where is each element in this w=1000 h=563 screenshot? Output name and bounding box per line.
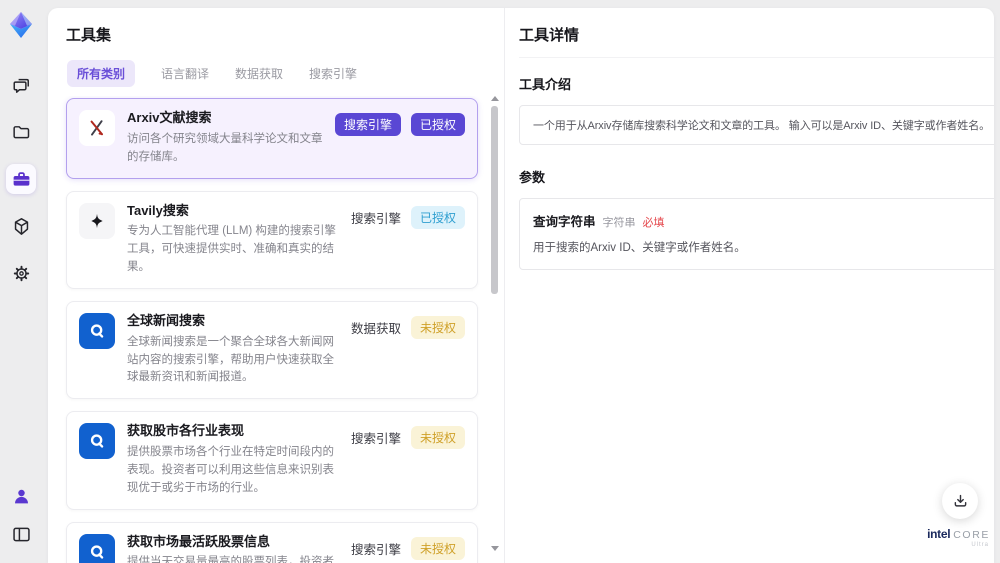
gear-icon xyxy=(13,265,29,281)
tool-name: 全球新闻搜索 xyxy=(127,312,206,328)
tool-category: 搜索引擎 xyxy=(350,542,401,557)
cube-icon xyxy=(14,217,28,235)
tool-category: 数据获取 xyxy=(350,321,401,336)
tool-status-badge: 未授权 xyxy=(410,315,465,339)
sidebar-item-packages[interactable] xyxy=(6,211,36,241)
tool-name: 获取市场最活跃股票信息 xyxy=(127,533,271,549)
ultra-label: Ultra xyxy=(971,542,989,548)
download-button[interactable] xyxy=(942,483,978,519)
tool-desc: 专为人工智能代理 (LLM) 构建的搜索引擎工具，可快速提供实时、准确和真实的结… xyxy=(127,225,336,274)
tool-name: 获取股市各行业表现 xyxy=(127,423,245,439)
param-name: 查询字符串 xyxy=(533,215,596,229)
tab-language-translation[interactable]: 语言翻译 xyxy=(161,60,209,87)
tool-card-tavily[interactable]: Tavily搜索 专为人工智能代理 (LLM) 构建的搜索引擎工具，可快速提供实… xyxy=(66,190,478,289)
tool-card-arxiv[interactable]: Arxiv文献搜索 访问各个研究领域大量科学论文和文章的存储库。 搜索引擎 已授… xyxy=(66,98,478,179)
main-panel: 工具集 所有类别 语言翻译 数据获取 搜索引擎 Arxiv文献搜索 访问各个研究… xyxy=(48,8,994,563)
news-q-icon xyxy=(79,312,115,349)
tab-all-categories[interactable]: 所有类别 xyxy=(67,60,136,87)
intro-box: 一个用于从Arxiv存储库搜索科学论文和文章的工具。 输入可以是Arxiv ID… xyxy=(519,105,994,145)
tab-search-engine[interactable]: 搜索引擎 xyxy=(309,60,357,87)
intel-wordmark: intel xyxy=(927,526,951,541)
intro-heading: 工具介绍 xyxy=(519,77,572,92)
sidebar-item-files[interactable] xyxy=(6,117,36,147)
tavily-sparkle-icon xyxy=(79,202,115,239)
app-logo-icon xyxy=(10,12,32,38)
scrollbar-thumb[interactable] xyxy=(491,106,498,294)
param-type: 字符串 xyxy=(602,217,636,229)
tool-desc: 访问各个研究领域大量科学论文和文章的存储库。 xyxy=(127,132,323,163)
intro-text: 一个用于从Arxiv存储库搜索科学论文和文章的工具。 输入可以是Arxiv ID… xyxy=(533,120,990,132)
param-box: 查询字符串 字符串 必填 用于搜索的Arxiv ID、关键字或作者姓名。 xyxy=(519,198,994,270)
param-required-label: 必填 xyxy=(642,217,665,229)
app-window: 工具集 所有类别 语言翻译 数据获取 搜索引擎 Arxiv文献搜索 访问各个研究… xyxy=(0,0,1000,563)
params-heading: 参数 xyxy=(519,170,546,185)
tool-list-panel: 工具集 所有类别 语言翻译 数据获取 搜索引擎 Arxiv文献搜索 访问各个研究… xyxy=(48,8,505,563)
user-icon xyxy=(14,489,28,503)
core-wordmark: CORE xyxy=(953,528,990,541)
sidebar-item-tools[interactable] xyxy=(6,164,36,194)
sidebar-item-panel-toggle[interactable] xyxy=(6,519,36,549)
tab-data-fetching[interactable]: 数据获取 xyxy=(235,60,283,87)
detail-title: 工具详情 xyxy=(519,24,994,58)
tool-status-badge: 已授权 xyxy=(410,205,465,229)
tool-card-sector-performance[interactable]: 获取股市各行业表现 提供股票市场各个行业在特定时间段内的表现。投资者可以利用这些… xyxy=(66,411,478,510)
tool-status-badge: 未授权 xyxy=(410,536,465,560)
tool-list: Arxiv文献搜索 访问各个研究领域大量科学论文和文章的存储库。 搜索引擎 已授… xyxy=(48,96,504,563)
scroll-up-arrow[interactable] xyxy=(491,96,499,101)
icon-sidebar xyxy=(0,0,42,563)
sidebar-item-chat[interactable] xyxy=(6,70,36,100)
sidebar-item-user[interactable] xyxy=(6,481,36,511)
tool-card-global-news[interactable]: 全球新闻搜索 全球新闻搜索是一个聚合全球各大新闻网站内容的搜索引擎，帮助用户快速… xyxy=(66,300,478,400)
tool-status-badge: 未授权 xyxy=(410,426,465,450)
news-q-icon xyxy=(79,533,115,563)
tool-desc: 提供股票市场各个行业在特定时间段内的表现。投资者可以利用这些信息来识别表现优于或… xyxy=(127,446,334,494)
news-q-icon xyxy=(79,423,115,460)
tool-name: Tavily搜索 xyxy=(127,202,189,218)
category-tabs: 所有类别 语言翻译 数据获取 搜索引擎 xyxy=(66,60,484,87)
arxiv-logo-icon xyxy=(79,110,115,146)
tool-card-active-stocks[interactable]: 获取市场最活跃股票信息 提供当天交易量最高的股票列表，投资者可以利用这些信息来识… xyxy=(66,521,478,563)
tool-desc: 全球新闻搜索是一个聚合全球各大新闻网站内容的搜索引擎，帮助用户快速获取全球最新资… xyxy=(127,335,334,384)
sidebar-item-settings[interactable] xyxy=(6,258,36,288)
param-desc: 用于搜索的Arxiv ID、关键字或作者姓名。 xyxy=(533,242,746,254)
tool-category: 搜索引擎 xyxy=(350,432,401,447)
tool-name: Arxiv文献搜索 xyxy=(127,110,212,125)
chat-icon xyxy=(12,78,29,93)
page-title: 工具集 xyxy=(66,27,112,44)
scroll-down-arrow[interactable] xyxy=(491,546,499,551)
download-icon xyxy=(954,494,966,507)
intel-core-logo: intel CORE Ultra xyxy=(927,528,990,549)
folder-icon xyxy=(12,125,29,138)
tool-status-chip: 已授权 xyxy=(410,113,465,136)
list-scrollbar[interactable] xyxy=(490,96,499,551)
toolbox-icon xyxy=(13,171,29,186)
tool-detail-panel: 工具详情 工具介绍 一个用于从Arxiv存储库搜索科学论文和文章的工具。 输入可… xyxy=(505,8,994,563)
tool-desc: 提供当天交易量最高的股票列表，投资者可以利用这些信息来识别流动性强的股票和潜在的… xyxy=(127,556,334,563)
panel-toggle-icon xyxy=(12,527,30,541)
tool-category: 搜索引擎 xyxy=(350,211,401,226)
tool-category-chip: 搜索引擎 xyxy=(334,113,401,136)
